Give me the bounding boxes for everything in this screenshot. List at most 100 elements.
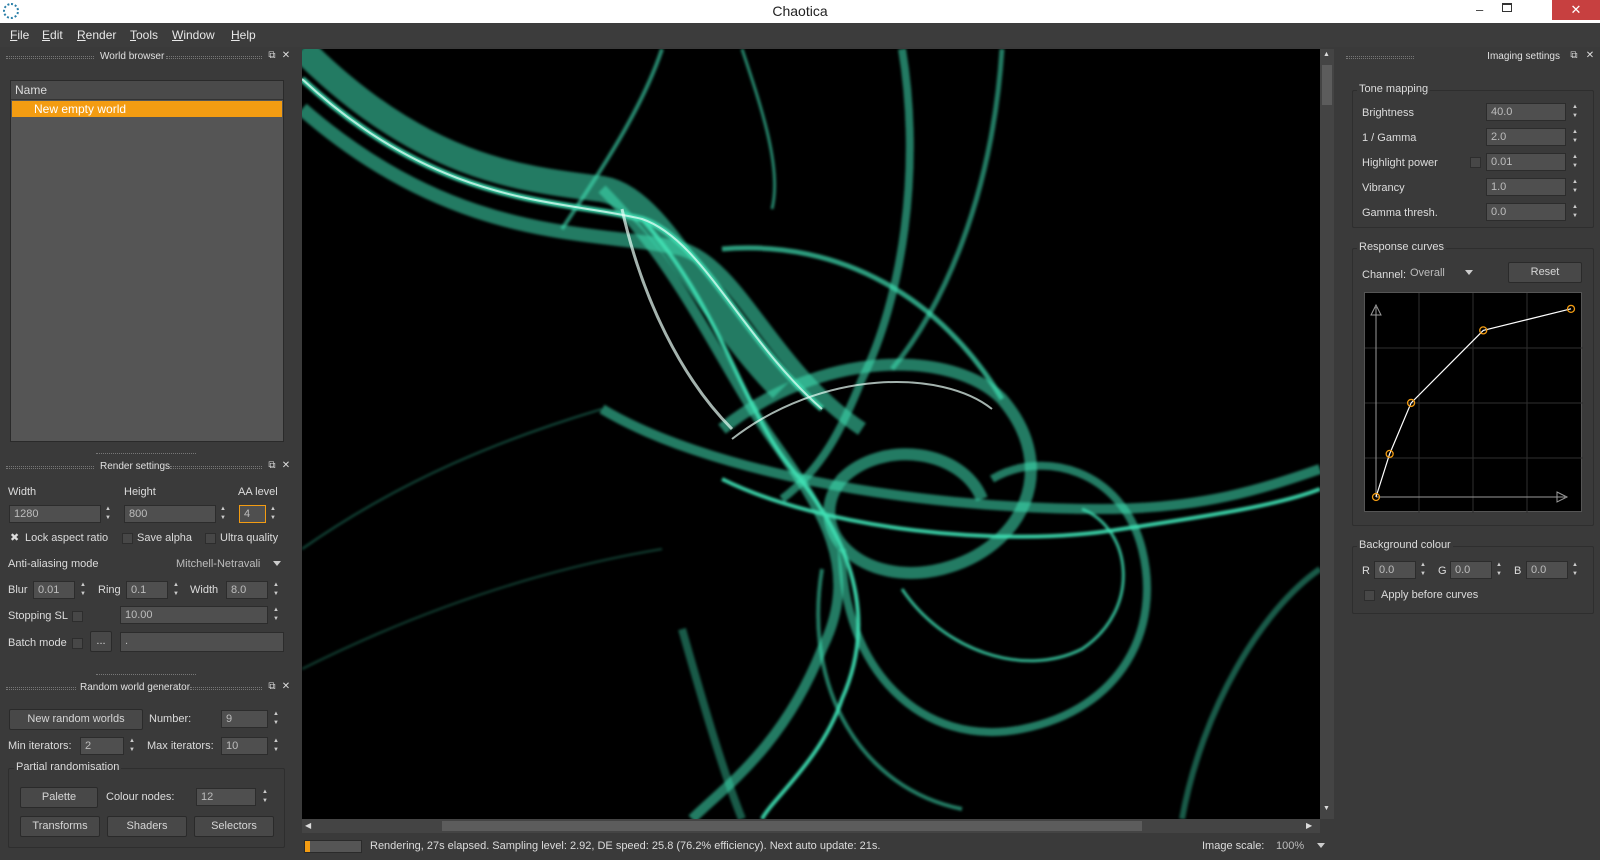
blur-stepper[interactable]: ▲ ▼ bbox=[78, 581, 88, 599]
width-input[interactable]: 1280 bbox=[9, 505, 101, 523]
close-panel-icon[interactable]: ✕ bbox=[1584, 50, 1596, 62]
colour-nodes-stepper[interactable]: ▲ ▼ bbox=[260, 788, 270, 806]
height-stepper[interactable]: ▲ ▼ bbox=[218, 505, 228, 523]
reset-curves-button[interactable]: Reset bbox=[1508, 262, 1582, 283]
image-scale-value: 100% bbox=[1276, 840, 1305, 852]
gamma-thresh-stepper[interactable]: ▲ ▼ bbox=[1570, 203, 1580, 221]
number-stepper[interactable]: ▲ ▼ bbox=[271, 710, 281, 728]
highlight-power-stepper[interactable]: ▲ ▼ bbox=[1570, 153, 1580, 171]
render-settings-header[interactable]: Render settings ⧉ ✕ bbox=[0, 459, 296, 475]
float-panel-icon[interactable]: ⧉ bbox=[266, 50, 278, 62]
r-input[interactable]: 0.0 bbox=[1374, 561, 1416, 579]
apply-before-curves-checkbox[interactable] bbox=[1364, 590, 1375, 601]
chevron-down-icon bbox=[1317, 843, 1325, 848]
palette-button[interactable]: Palette bbox=[20, 787, 98, 808]
batch-mode-checkbox[interactable] bbox=[72, 638, 83, 649]
gamma-thresh-input[interactable]: 0.0 bbox=[1486, 203, 1566, 221]
response-curves-title: Response curves bbox=[1357, 241, 1446, 253]
g-input[interactable]: 0.0 bbox=[1450, 561, 1492, 579]
channel-select[interactable]: Overall bbox=[1406, 264, 1476, 284]
close-panel-icon[interactable]: ✕ bbox=[280, 460, 292, 472]
g-stepper[interactable]: ▲ ▼ bbox=[1494, 561, 1504, 579]
aa-mode-label: Anti-aliasing mode bbox=[8, 558, 99, 570]
max-iterators-input[interactable]: 10 bbox=[221, 737, 268, 755]
scrollbar-thumb[interactable] bbox=[442, 821, 1142, 831]
stopping-sl-input[interactable]: 10.00 bbox=[120, 606, 268, 624]
float-panel-icon[interactable]: ⧉ bbox=[1568, 50, 1580, 62]
filter-width-stepper[interactable]: ▲ ▼ bbox=[271, 581, 281, 599]
b-input[interactable]: 0.0 bbox=[1526, 561, 1568, 579]
random-generator-header[interactable]: Random world generator ⧉ ✕ bbox=[0, 680, 296, 696]
vibrancy-stepper[interactable]: ▲ ▼ bbox=[1570, 178, 1580, 196]
scroll-left-icon[interactable]: ◀ bbox=[305, 821, 311, 830]
shaders-button[interactable]: Shaders bbox=[107, 816, 187, 837]
canvas-vertical-scrollbar[interactable]: ▲ ▼ bbox=[1320, 49, 1334, 819]
highlight-power-checkbox[interactable] bbox=[1470, 157, 1481, 168]
scroll-right-icon[interactable]: ▶ bbox=[1306, 821, 1312, 830]
world-item-selected[interactable]: New empty world bbox=[12, 101, 282, 117]
render-canvas[interactable] bbox=[302, 49, 1320, 819]
selectors-button[interactable]: Selectors bbox=[194, 816, 274, 837]
min-iterators-input[interactable]: 2 bbox=[80, 737, 124, 755]
stopping-sl-stepper[interactable]: ▲ ▼ bbox=[271, 606, 281, 624]
imaging-settings-header[interactable]: Imaging settings ⧉ ✕ bbox=[1340, 49, 1600, 65]
scroll-down-icon[interactable]: ▼ bbox=[1323, 805, 1330, 812]
close-window-button[interactable]: ✕ bbox=[1552, 0, 1600, 20]
max-iterators-label: Max iterators: bbox=[147, 740, 214, 752]
aa-level-input[interactable]: 4 bbox=[239, 505, 266, 523]
world-list[interactable]: Name New empty world bbox=[10, 80, 284, 442]
batch-path-input[interactable]: . bbox=[120, 632, 284, 652]
save-alpha-checkbox[interactable] bbox=[122, 533, 133, 544]
world-browser-header[interactable]: World browser ⧉ ✕ bbox=[0, 49, 296, 65]
curve-editor[interactable] bbox=[1364, 292, 1583, 513]
column-header-name[interactable]: Name bbox=[11, 81, 283, 100]
width-stepper[interactable]: ▲ ▼ bbox=[103, 505, 113, 523]
aa-level-stepper[interactable]: ▲ ▼ bbox=[268, 505, 278, 523]
stopping-sl-checkbox[interactable] bbox=[72, 611, 83, 622]
menu-file[interactable]: File bbox=[10, 28, 29, 42]
gamma-label: 1 / Gamma bbox=[1362, 132, 1417, 144]
brightness-stepper[interactable]: ▲ ▼ bbox=[1570, 103, 1580, 121]
restore-icon[interactable] bbox=[1502, 3, 1512, 12]
float-panel-icon[interactable]: ⧉ bbox=[266, 460, 278, 472]
height-input[interactable]: 800 bbox=[124, 505, 216, 523]
close-panel-icon[interactable]: ✕ bbox=[280, 681, 292, 693]
blur-input[interactable]: 0.01 bbox=[33, 581, 75, 599]
menu-render[interactable]: Render bbox=[77, 28, 116, 42]
minimize-icon[interactable]: – bbox=[1476, 2, 1490, 17]
batch-browse-button[interactable]: ... bbox=[90, 631, 112, 652]
r-stepper[interactable]: ▲ ▼ bbox=[1418, 561, 1428, 579]
float-panel-icon[interactable]: ⧉ bbox=[266, 681, 278, 693]
max-iterators-stepper[interactable]: ▲ ▼ bbox=[271, 737, 281, 755]
apply-before-curves-label: Apply before curves bbox=[1381, 589, 1479, 601]
menu-edit[interactable]: Edit bbox=[42, 28, 63, 42]
gamma-stepper[interactable]: ▲ ▼ bbox=[1570, 128, 1580, 146]
brightness-input[interactable]: 40.0 bbox=[1486, 103, 1566, 121]
lock-aspect-checkbox[interactable]: ✖ bbox=[10, 533, 21, 544]
ultra-quality-checkbox[interactable] bbox=[205, 533, 216, 544]
b-stepper[interactable]: ▲ ▼ bbox=[1570, 561, 1580, 579]
min-iterators-stepper[interactable]: ▲ ▼ bbox=[127, 737, 137, 755]
filter-width-input[interactable]: 8.0 bbox=[226, 581, 268, 599]
ring-stepper[interactable]: ▲ ▼ bbox=[171, 581, 181, 599]
min-iterators-label: Min iterators: bbox=[8, 740, 72, 752]
close-panel-icon[interactable]: ✕ bbox=[280, 50, 292, 62]
scroll-up-icon[interactable]: ▲ bbox=[1323, 51, 1330, 58]
ring-input[interactable]: 0.1 bbox=[126, 581, 168, 599]
aa-mode-select[interactable]: Mitchell-Netravali bbox=[172, 555, 284, 575]
vibrancy-input[interactable]: 1.0 bbox=[1486, 178, 1566, 196]
canvas-horizontal-scrollbar[interactable]: ◀ ▶ bbox=[302, 819, 1320, 833]
colour-nodes-input[interactable]: 12 bbox=[196, 788, 256, 806]
menu-bar: File Edit Render Tools Window Help bbox=[0, 23, 1600, 47]
menu-window[interactable]: Window bbox=[172, 28, 215, 42]
image-scale-select[interactable]: 100% bbox=[1272, 837, 1328, 857]
menu-help[interactable]: Help bbox=[231, 28, 256, 42]
scrollbar-thumb[interactable] bbox=[1322, 65, 1332, 105]
number-input[interactable]: 9 bbox=[221, 710, 268, 728]
gamma-input[interactable]: 2.0 bbox=[1486, 128, 1566, 146]
menu-tools[interactable]: Tools bbox=[130, 28, 158, 42]
highlight-power-label: Highlight power bbox=[1362, 157, 1438, 169]
new-random-worlds-button[interactable]: New random worlds bbox=[9, 709, 143, 730]
highlight-power-input[interactable]: 0.01 bbox=[1486, 153, 1566, 171]
transforms-button[interactable]: Transforms bbox=[20, 816, 100, 837]
